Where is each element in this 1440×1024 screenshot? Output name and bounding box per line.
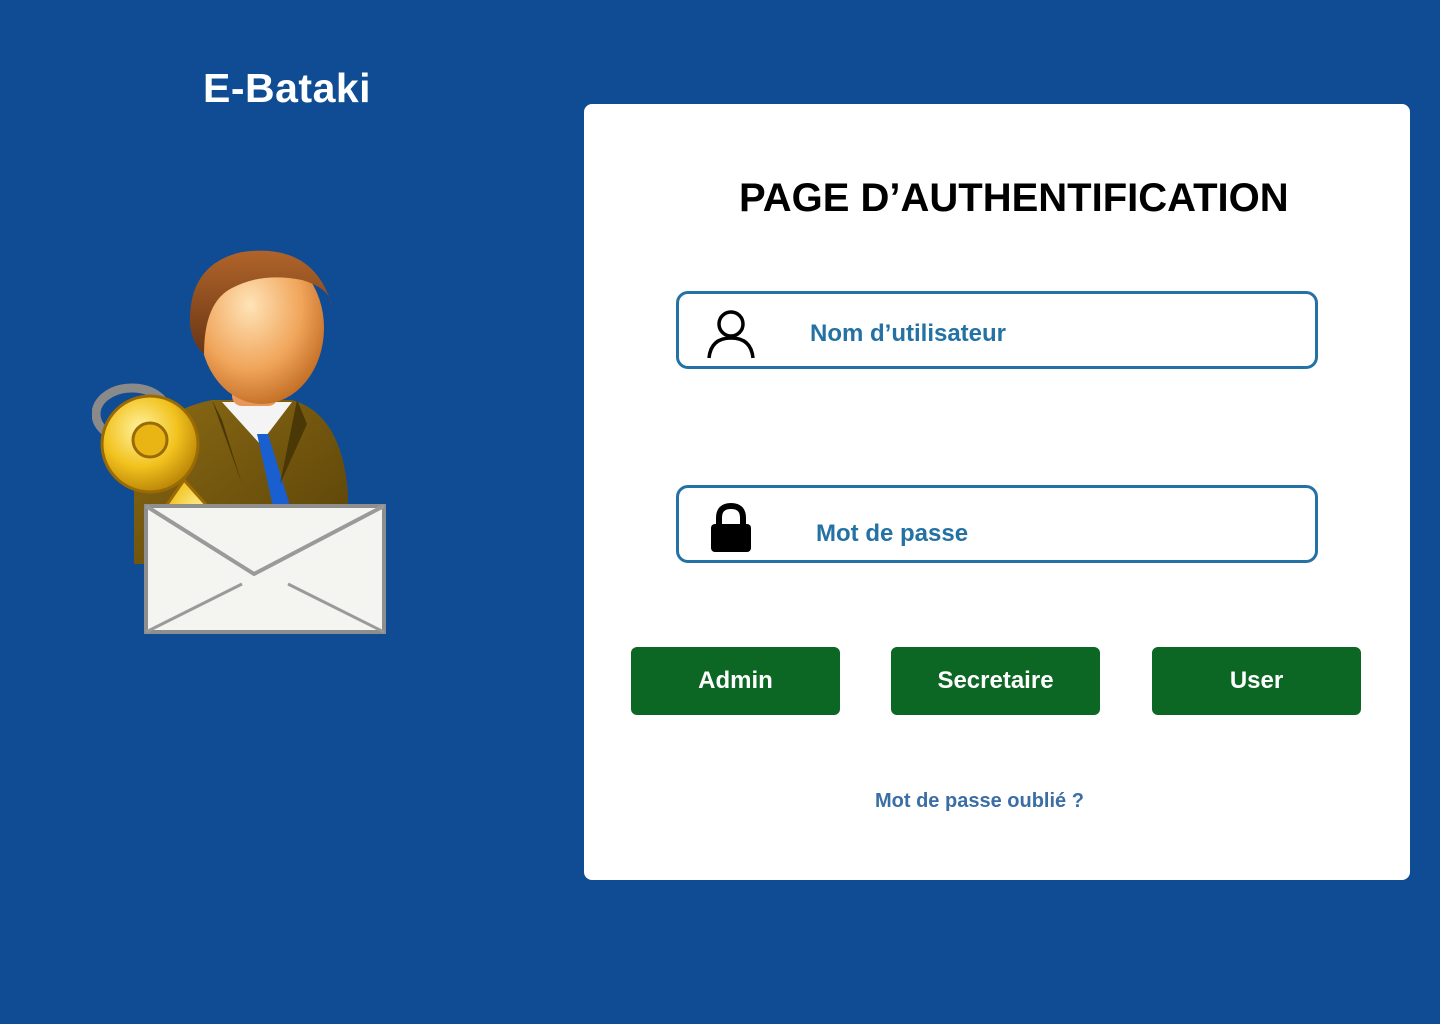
admin-button[interactable]: Admin (631, 647, 840, 715)
username-field[interactable]: Nom d’utilisateur (676, 291, 1318, 369)
brand-title: E-Bataki (203, 65, 372, 111)
lock-icon (711, 502, 751, 552)
password-field[interactable]: Mot de passe (676, 485, 1318, 563)
page-title: PAGE D’AUTHENTIFICATION (739, 176, 1289, 220)
password-placeholder: Mot de passe (816, 520, 969, 547)
user-key-mail-icon (92, 250, 386, 634)
username-placeholder: Nom d’utilisateur (810, 320, 1007, 347)
user-button[interactable]: User (1152, 647, 1361, 715)
secretaire-button[interactable]: Secretaire (891, 647, 1100, 715)
login-card: PAGE D’AUTHENTIFICATION Nom d’utilisateu… (584, 104, 1410, 880)
forgot-password-link[interactable]: Mot de passe oublié ? (875, 789, 1084, 813)
user-icon (707, 310, 755, 359)
